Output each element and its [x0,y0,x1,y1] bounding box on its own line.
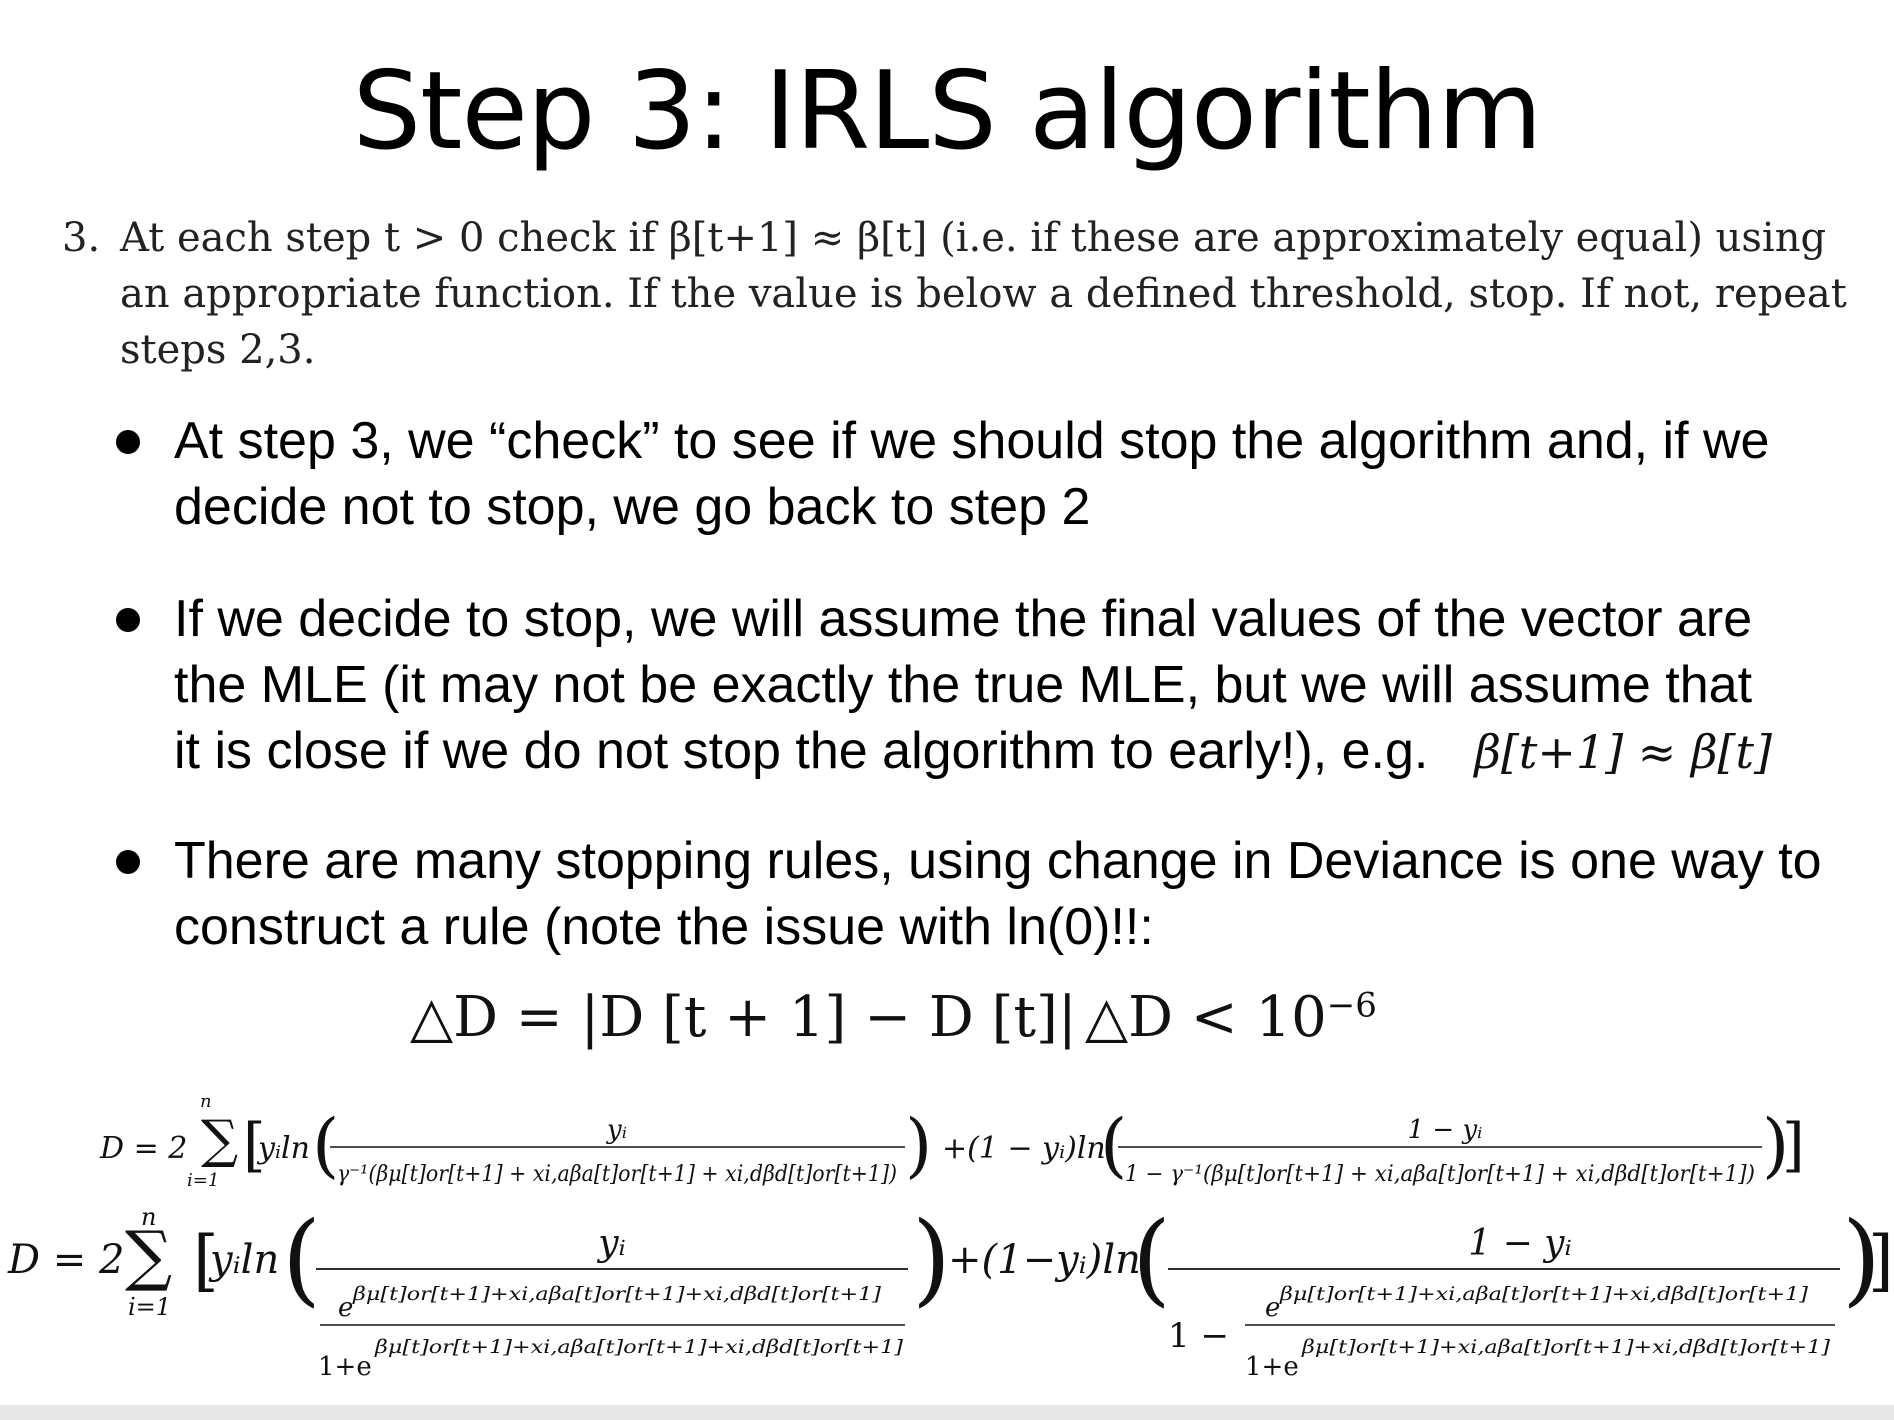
formula1-right-paren-icon: ) [905,1104,932,1186]
bullet-3-line-1: There are many stopping rules, using cha… [174,832,1822,890]
formula1-yi-ln: yᵢln [256,1131,310,1166]
step3-line-1: At each step t > 0 check if β[t+1] ≈ β[t… [120,215,1827,261]
formula1-numerator-right: 1 − yᵢ [1408,1115,1483,1145]
step3-line-2: an appropriate function. If the value is… [120,271,1847,317]
formula2-left-paren-2-icon: ( [1132,1205,1171,1317]
formula1-middle: +(1 − yᵢ)ln [942,1131,1106,1166]
delta-rule-exponent: −6 [1326,985,1377,1026]
bullet-item: If we decide to stop, we will assume the… [110,586,1772,785]
formula2-numerator-left: yᵢ [596,1223,626,1264]
deviance-equations: △D = |D [t + 1] − D [t]| △D < 10−6 [0,985,1894,1065]
step3-body: At each step t > 0 check if β[t+1] ≈ β[t… [120,210,1847,378]
formula1-numerator-left: yᵢ [606,1115,627,1145]
delta-deviance-rule: △D < 10−6 [1085,985,1377,1050]
formula2-close-bracket-icon: ] [1868,1222,1894,1299]
formula2-exp-term-left-den: βμ[t]or[t+1]+xi,aβa[t]or[t+1]+xi,dβd[t]o… [374,1336,904,1358]
formula2-exp-term-right-num: βμ[t]or[t+1]+xi,aβa[t]or[t+1]+xi,dβd[t]o… [1279,1283,1809,1305]
bullet-2-line-1: If we decide to stop, we will assume the… [174,590,1753,648]
formula1-close-bracket-icon: ] [1782,1111,1805,1179]
formula1-sum-top: n [200,1091,212,1112]
bullet-item: At step 3, we “check” to see if we shoul… [110,408,1769,540]
bottom-strip [0,1405,1894,1420]
formula2-yi-ln: yᵢln [208,1237,279,1283]
bullet-1-line-1: At step 3, we “check” to see if we shoul… [174,412,1770,470]
bullet-dot-icon [116,850,140,874]
step3-line-3: steps 2,3. [120,327,316,373]
deviance-formula-inverse-link: D = 2 ∑ n i=1 [ yᵢln ( yᵢ γ⁻¹(βμ[t]or[t+… [0,1085,1894,1200]
bullet-dot-icon [116,608,140,632]
formula2-middle: +(1−yᵢ)ln [948,1237,1141,1283]
formula2-sum-top: n [141,1205,156,1231]
bullet-2-line-2: the MLE (it may not be exactly the true … [174,656,1753,714]
formula2-numerator-right: 1 − yᵢ [1468,1223,1572,1264]
slide: Step 3: IRLS algorithm 3. At each step t… [0,0,1894,1420]
formula2-lhs: D = 2 [7,1237,124,1283]
formula2-one-plus-left: 1+e [318,1352,372,1382]
formula2-exp-term-right-den: βμ[t]or[t+1]+xi,aβa[t]or[t+1]+xi,dβd[t]o… [1301,1336,1831,1358]
formula2-exp-term-left-num: βμ[t]or[t+1]+xi,aβa[t]or[t+1]+xi,dβd[t]o… [352,1283,882,1305]
delta-deviance-definition: △D = |D [t + 1] − D [t]| [410,985,1077,1050]
deviance-formula-logistic: D = 2 ∑ n i=1 [ yᵢln ( yᵢ e βμ[t]or[t+1]… [0,1205,1894,1395]
formula1-left-paren-icon: ( [312,1104,339,1186]
formula2-one-plus-right: 1+e [1245,1352,1299,1382]
convergence-math: β[t+1] ≈ β[t] [1474,725,1772,779]
bullet-2-line-3: it is close if we do not stop the algori… [174,718,1772,785]
formula1-denominator-right: 1 − γ⁻¹(βμ[t]or[t+1] + xi,aβa[t]or[t+1] … [1125,1162,1755,1187]
bullet-2-line-3-text: it is close if we do not stop the algori… [174,722,1429,780]
bullet-dot-icon [116,430,140,454]
delta-rule-base: △D < 10 [1085,985,1327,1050]
bullet-1-line-2: decide not to stop, we go back to step 2 [174,478,1091,536]
formula2-e-left-icon: e [338,1293,353,1323]
formula1-sum-bottom: i=1 [187,1170,219,1191]
step3-number: 3. [62,215,101,261]
formula2-e-right-icon: e [1265,1293,1280,1323]
bullet-3-line-2: construct a rule (note the issue with ln… [174,898,1154,956]
formula1-sum-sign-icon: ∑ [201,1110,238,1170]
formula1-denominator-left: γ⁻¹(βμ[t]or[t+1] + xi,aβa[t]or[t+1] + xi… [337,1162,897,1187]
bullet-item: There are many stopping rules, using cha… [110,828,1822,960]
formula2-left-paren-icon: ( [282,1205,321,1317]
formula2-one-minus: 1 − [1168,1316,1229,1356]
formula2-right-paren-icon: ) [912,1205,951,1317]
formula1-lhs: D = 2 [99,1131,187,1166]
formula2-sum-bottom: i=1 [128,1293,171,1321]
formula1-left-paren-2-icon: ( [1100,1104,1127,1186]
slide-title: Step 3: IRLS algorithm [352,49,1543,174]
